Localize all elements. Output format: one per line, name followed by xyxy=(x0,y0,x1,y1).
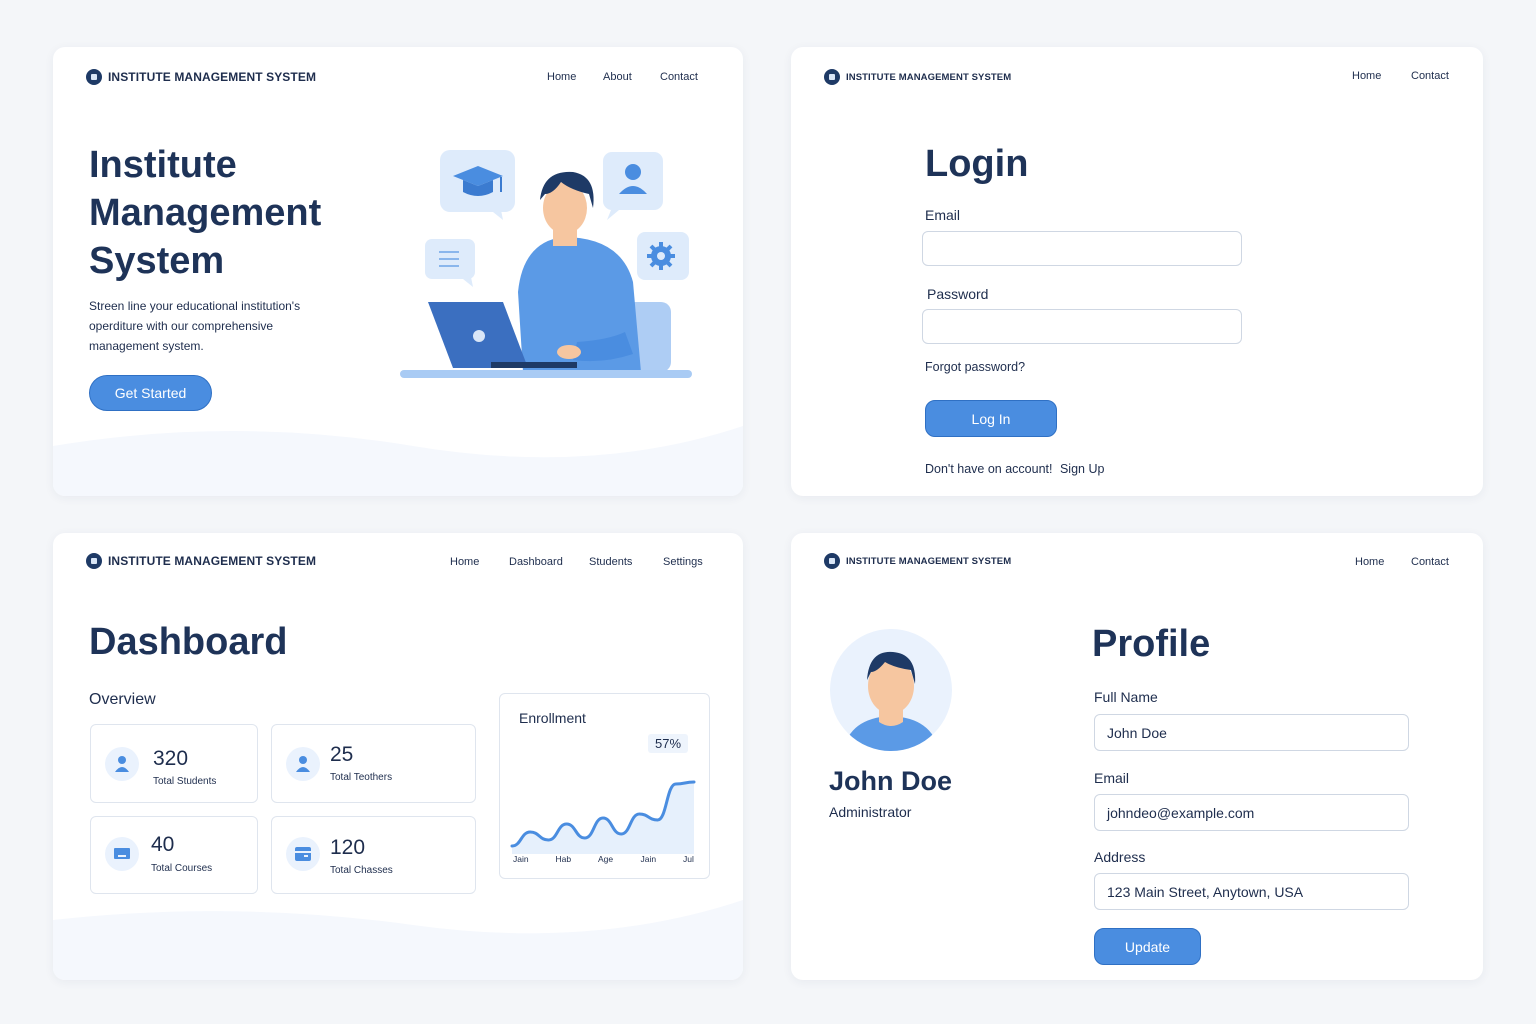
profile-name: John Doe xyxy=(829,766,953,796)
nav-students[interactable]: Students xyxy=(589,556,632,568)
stat-card-classes[interactable]: 120 Total Chasses xyxy=(271,816,476,894)
signup-link[interactable]: Sign Up xyxy=(1060,462,1104,476)
nav-home[interactable]: Home xyxy=(547,71,576,83)
stat-value: 25 xyxy=(330,743,354,766)
stat-label: Total Chasses xyxy=(330,865,393,876)
overview-label: Overview xyxy=(89,691,156,708)
address-field[interactable]: 123 Main Street, Anytown, USA xyxy=(1094,873,1409,910)
hero-title-line: System xyxy=(89,240,225,282)
gear-bubble-icon xyxy=(637,232,689,280)
brand-name: INSTITUTE MANAGEMENT SYSTEM xyxy=(846,555,1012,567)
logo-icon xyxy=(86,553,102,569)
chart-badge: 57% xyxy=(648,734,689,753)
signup-prompt: Don't have on account! xyxy=(925,462,1053,476)
profile-panel: INSTITUTE MANAGEMENT SYSTEM Home Contact… xyxy=(791,533,1483,980)
dashboard-title: Dashboard xyxy=(89,621,288,663)
profile-title: Profile xyxy=(1092,623,1211,665)
email-field[interactable]: johndeo@example.com xyxy=(1094,794,1409,831)
stat-label: Total Students xyxy=(153,776,217,787)
user-icon xyxy=(105,747,139,781)
stat-card-teachers[interactable]: 25 Total Teothers xyxy=(271,724,476,803)
graduation-cap-icon xyxy=(440,150,515,220)
hero-illustration xyxy=(400,150,692,378)
forgot-password-link[interactable]: Forgot password? xyxy=(925,360,1025,374)
user-bubble-icon xyxy=(603,152,663,220)
nav-home[interactable]: Home xyxy=(1355,556,1384,568)
hero-description: Streen line your educational institution… xyxy=(89,296,300,356)
full-name-label: Full Name xyxy=(1094,689,1158,705)
enrollment-chart-card[interactable]: Enrollment 57% Jain Hab Age Jain Jul xyxy=(499,693,710,879)
password-label: Password xyxy=(927,286,989,302)
address-label: Address xyxy=(1094,849,1146,865)
chart-x-tick: Jain xyxy=(513,854,529,864)
avatar xyxy=(830,629,952,751)
nav-contact[interactable]: Contact xyxy=(1411,70,1449,82)
hero-description-line: operditure with our comprehensive xyxy=(89,319,274,333)
email-field[interactable] xyxy=(922,231,1242,266)
brand-name: INSTITUTE MANAGEMENT SYSTEM xyxy=(846,71,1012,83)
stat-label: Total Teothers xyxy=(330,772,393,783)
chart-x-tick: Hab xyxy=(555,854,572,864)
calendar-icon xyxy=(286,837,320,871)
nav-dashboard[interactable]: Dashboard xyxy=(509,556,563,568)
hero-description-line: management system. xyxy=(89,339,204,353)
user-icon xyxy=(286,747,320,781)
brand[interactable]: INSTITUTE MANAGEMENT SYSTEM xyxy=(824,553,1011,569)
stat-value: 320 xyxy=(153,747,189,770)
logo-icon xyxy=(86,69,102,85)
logo-icon xyxy=(824,553,840,569)
chart-x-tick: Jul xyxy=(683,854,694,864)
hero-title-line: Institute xyxy=(89,144,237,186)
nav-contact[interactable]: Contact xyxy=(1411,556,1449,568)
brand[interactable]: INSTITUTE MANAGEMENT SYSTEM xyxy=(86,553,316,569)
landing-panel: INSTITUTE MANAGEMENT SYSTEM Home About C… xyxy=(53,47,743,496)
stat-label: Total Courses xyxy=(151,863,213,874)
login-title: Login xyxy=(925,143,1029,185)
laptop-icon xyxy=(105,837,139,871)
signup-row: Don't have on account! Sign Up xyxy=(925,462,1104,476)
stat-value: 40 xyxy=(151,833,175,856)
hero-title-line: Management xyxy=(89,192,322,234)
profile-role: Administrator xyxy=(829,804,912,820)
enrollment-chart xyxy=(510,780,696,854)
brand-name: INSTITUTE MANAGEMENT SYSTEM xyxy=(108,554,317,568)
email-label: Email xyxy=(1094,770,1130,786)
background-wave xyxy=(53,426,743,496)
dashboard-panel: INSTITUTE MANAGEMENT SYSTEM Home Dashboa… xyxy=(53,533,743,980)
login-panel: INSTITUTE MANAGEMENT SYSTEM Home Contact… xyxy=(791,47,1483,496)
stat-card-students[interactable]: 320 Total Students xyxy=(90,724,258,803)
chart-x-tick: Age xyxy=(598,854,614,864)
brand-name: INSTITUTE MANAGEMENT SYSTEM xyxy=(108,70,317,84)
password-field[interactable] xyxy=(922,309,1242,344)
list-bubble-icon xyxy=(425,239,475,287)
nav-contact[interactable]: Contact xyxy=(660,71,698,83)
stat-card-courses[interactable]: 40 Total Courses xyxy=(90,816,258,894)
update-button[interactable]: Update xyxy=(1094,928,1201,965)
logo-icon xyxy=(824,69,840,85)
login-button[interactable]: Log In xyxy=(925,400,1057,437)
full-name-field[interactable]: John Doe xyxy=(1094,714,1409,751)
nav-home[interactable]: Home xyxy=(1352,70,1381,82)
stat-value: 120 xyxy=(330,836,366,859)
brand[interactable]: INSTITUTE MANAGEMENT SYSTEM xyxy=(824,69,1011,85)
nav-settings[interactable]: Settings xyxy=(663,556,703,568)
nav-home[interactable]: Home xyxy=(450,556,479,568)
nav-about[interactable]: About xyxy=(603,71,632,83)
brand[interactable]: INSTITUTE MANAGEMENT SYSTEM xyxy=(86,69,316,85)
hero-description-line: Streen line your educational institution… xyxy=(89,299,301,313)
chart-title: Enrollment xyxy=(519,710,586,726)
hero-title: Institute Management System xyxy=(89,141,321,285)
chart-x-tick: Jain xyxy=(640,854,657,864)
email-label: Email xyxy=(925,207,961,223)
